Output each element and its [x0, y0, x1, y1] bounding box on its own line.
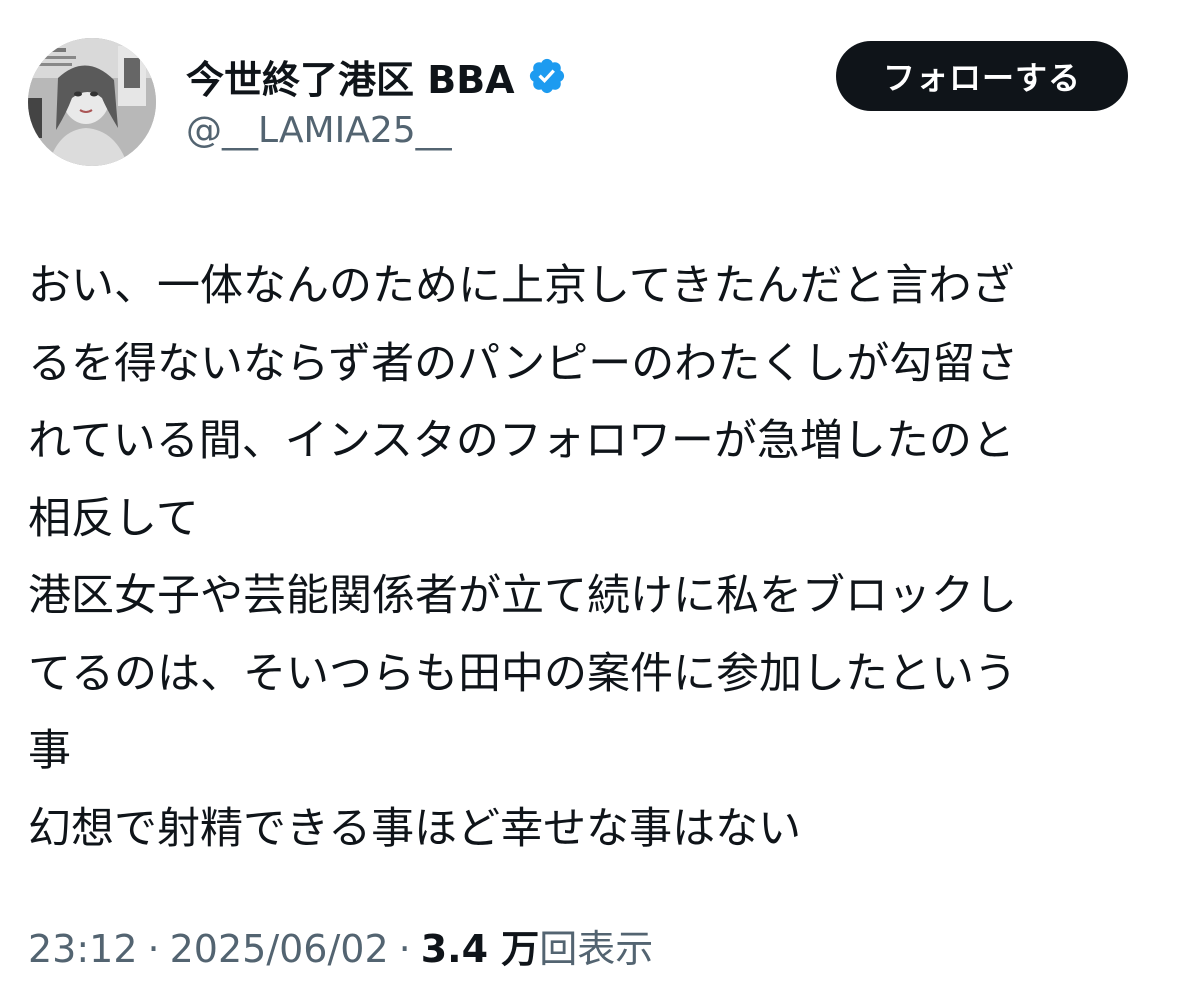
tweet-meta: 23:12 · 2025/06/02 · 3.4 万 回表示: [28, 918, 653, 973]
tweet-time[interactable]: 23:12: [28, 927, 138, 971]
tweet-line: れている間、インスタのフォロワーが急増したのと: [28, 416, 1015, 466]
views-count[interactable]: 3.4 万: [421, 918, 540, 973]
author-handle[interactable]: @__LAMIA25__: [186, 110, 452, 151]
author-name-row[interactable]: 今世終了港区 BBA: [186, 52, 567, 102]
tweet-line: るを得ないならず者のパンピーのわたくしが勾留さ: [28, 338, 1019, 389]
tweet-line: 幻想で射精できる事ほど幸せな事はない: [28, 803, 802, 854]
avatar[interactable]: [28, 38, 156, 166]
tweet-line: おい、一体なんのために上京してきたんだと言わざ: [28, 261, 1015, 311]
tweet-date[interactable]: 2025/06/02: [170, 927, 389, 971]
avatar-image: [28, 38, 156, 166]
views-label: 回表示: [539, 927, 654, 971]
tweet-line: てるのは、そいつらも田中の案件に参加したという: [28, 648, 1017, 699]
tweet-line: 港区女子や芸能関係者が立て続けに私をブロックし: [28, 571, 1017, 621]
follow-button[interactable]: フォローする: [836, 41, 1128, 111]
author-display-name[interactable]: 今世終了港区 BBA: [186, 49, 515, 104]
meta-separator: ·: [147, 927, 160, 971]
tweet-line: 事: [28, 726, 71, 776]
meta-separator: ·: [398, 927, 411, 971]
tweet-line: 相反して: [28, 493, 199, 544]
verified-badge-icon[interactable]: [527, 56, 567, 96]
tweet-text: おい、一体なんのために上京してきたんだと言わざ るを得ないならず者のパンピーのわ…: [28, 248, 1138, 868]
